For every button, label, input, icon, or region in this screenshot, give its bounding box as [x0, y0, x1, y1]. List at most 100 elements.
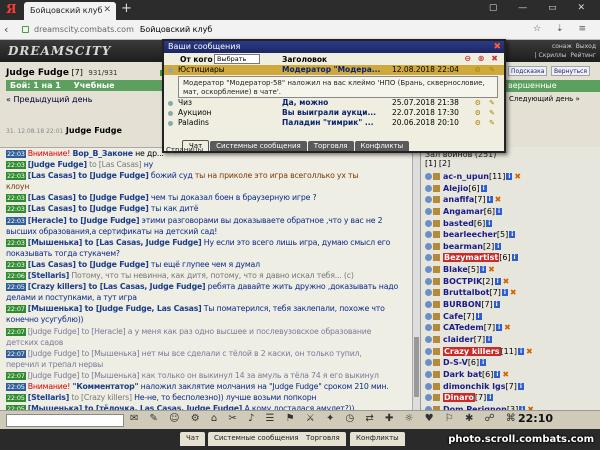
chat-scrollbar[interactable]	[412, 147, 420, 410]
chat-nick[interactable]: "Комментатор"	[72, 382, 138, 391]
player-list-name[interactable]: claider	[443, 335, 474, 344]
info-icon[interactable]: i	[495, 242, 502, 250]
player-list-name[interactable]: D-S-V	[443, 358, 468, 367]
fight-kind[interactable]: Учебные	[74, 81, 115, 90]
popup-tab-conflicts[interactable]: Конфликты	[354, 141, 410, 151]
chat-time[interactable]: 22:06	[6, 272, 26, 281]
info-icon[interactable]: i	[501, 289, 508, 297]
window-controls[interactable]: ▢ — ▭ ✕	[489, 3, 594, 13]
chat-nick[interactable]: to [Judge Fudge]	[76, 193, 148, 202]
player-list-item[interactable]: bearleecher[5] i	[421, 229, 600, 241]
chat-time[interactable]: 22:03	[6, 205, 26, 214]
player-list-item[interactable]: dimonchik lgs[7] i	[421, 381, 600, 393]
chat-time[interactable]: 22:03	[6, 260, 26, 269]
player-list-name[interactable]: Blake	[443, 265, 468, 274]
message-action-icons[interactable]: ⚙ ✎	[475, 98, 498, 108]
player-list-name[interactable]: Bruttalbot	[443, 288, 490, 297]
url-field[interactable]: dreamscity.combats.com Бойцовский клуб	[34, 25, 212, 34]
message-action-icons[interactable]: ⚙ ✎	[475, 65, 498, 75]
chat-time[interactable]: 22:05	[6, 394, 26, 403]
player-list-name[interactable]: BURBON	[443, 300, 481, 309]
next-day-link[interactable]: Следующий день »	[509, 95, 580, 103]
player-list-name[interactable]: dimonchik lgs	[443, 382, 506, 391]
popup-tab-system[interactable]: Системные сообщения	[210, 141, 307, 151]
chat-nick[interactable]: [Heracle]	[28, 216, 67, 225]
player-list-name[interactable]: bearleecher	[443, 230, 497, 239]
player-list-item[interactable]: Dark bat[6] i ✖	[421, 369, 600, 381]
chat-time[interactable]: 22:03	[6, 216, 26, 225]
chat-nick[interactable]: [Stellaris]	[28, 393, 70, 402]
chat-nick[interactable]: [Las Casas]	[28, 260, 76, 269]
close-tab-icon[interactable]: ✕	[103, 5, 111, 15]
fight-type[interactable]: 1 на 1	[33, 81, 61, 90]
info-icon[interactable]: i	[493, 301, 500, 309]
player-list-name[interactable]: Angamar	[443, 207, 484, 216]
chat-nick[interactable]: [Las Casas]	[28, 204, 76, 213]
player-list-name[interactable]: basted	[443, 219, 474, 228]
player-list-name[interactable]: BOCTPIK	[443, 277, 482, 286]
scroll-thumb[interactable]	[414, 337, 419, 397]
chat-nick[interactable]: Bop_B_Законе	[72, 149, 133, 158]
chat-nick[interactable]: to [Judge Fudge]	[67, 216, 139, 225]
back-icon[interactable]: ‹	[4, 23, 8, 36]
players-pager[interactable]: [1] [2]	[421, 159, 600, 171]
chat-nick[interactable]: [Las Casas]	[28, 171, 76, 180]
info-icon[interactable]: i	[496, 324, 503, 332]
message-row[interactable]: Paladins Паладин "тимрик" ... 20.06.2018 2…	[164, 118, 504, 128]
player-list-item[interactable]: BURBON[7] i	[421, 299, 600, 311]
player-list-name[interactable]: Alejio	[443, 184, 468, 193]
chat-time[interactable]: 22:05	[6, 283, 26, 292]
player-list-name[interactable]: Crazy killers	[443, 346, 501, 356]
chat-time[interactable]: 22:07	[6, 305, 26, 314]
info-icon[interactable]: i	[480, 359, 487, 367]
chat-time[interactable]: 22:07	[6, 327, 26, 336]
chat-time[interactable]: 22:05	[6, 382, 26, 391]
filter-action-icons[interactable]: ⊖ ⊗ ✖	[464, 54, 500, 63]
tab-conflicts[interactable]: Конфликты	[350, 432, 405, 446]
browser-tools-icons[interactable]: ☆ ⇣ ≡	[533, 24, 592, 34]
chat-nick[interactable]: to [Judge Fudge]	[76, 260, 148, 269]
link-exit[interactable]: Выход	[576, 43, 596, 50]
player-list-item[interactable]: Crazy killers[11] i ✖	[421, 346, 600, 358]
message-subject[interactable]: Паладин "тимрик" ...	[282, 118, 373, 128]
chat-time[interactable]: 22:07	[6, 371, 26, 380]
info-icon[interactable]: i	[486, 196, 493, 204]
message-row[interactable]: Юстициары Модератор "Модера... 12.08.2018 …	[164, 65, 504, 75]
chat-time[interactable]: 22:03	[6, 194, 26, 203]
player-list-item[interactable]: Angamar[6] i	[421, 206, 600, 218]
completed-tab[interactable]: вершенные	[505, 80, 600, 92]
message-subject[interactable]: Модератор "Модера...	[282, 65, 380, 75]
info-icon[interactable]: i	[480, 266, 487, 274]
player-list-name[interactable]: bearman	[443, 242, 483, 251]
info-icon[interactable]: i	[475, 312, 482, 320]
info-icon[interactable]: i	[517, 382, 524, 390]
player-list-item[interactable]: basted[6] i	[421, 218, 600, 230]
from-select[interactable]: Выбрать	[214, 54, 260, 64]
message-action-icons[interactable]: ⚙ ✎	[475, 108, 498, 118]
log-player-name[interactable]: Judge Fudge	[66, 126, 122, 135]
popup-tab-trade[interactable]: Торговля	[307, 141, 354, 151]
player-list-item[interactable]: BOCTPIK[2] i ✖	[421, 276, 600, 288]
info-icon[interactable]: i	[494, 277, 501, 285]
info-icon[interactable]: i	[511, 254, 518, 262]
info-icon[interactable]: i	[509, 231, 516, 239]
prev-day-link[interactable]: « Предыдущий день	[6, 95, 92, 104]
info-icon[interactable]: i	[494, 370, 501, 378]
player-list-item[interactable]: claider[7] i	[421, 334, 600, 346]
info-icon[interactable]: i	[486, 335, 493, 343]
link-rating[interactable]: Рейтинг	[570, 52, 596, 59]
chat-nick[interactable]: to [Las Casas, Judge Fudge]	[86, 282, 206, 291]
new-tab-icon[interactable]: +	[121, 1, 132, 16]
player-list-item[interactable]: Bezymartist[6] i	[421, 252, 600, 264]
chat-nick[interactable]: [Crazy killers]	[28, 282, 86, 291]
chat-time[interactable]: 22:03	[6, 238, 26, 247]
info-icon[interactable]: i	[496, 207, 503, 215]
hint-button[interactable]: Подсказка	[508, 66, 548, 76]
info-icon[interactable]: i	[480, 184, 487, 192]
chat-nick[interactable]: to [Judge Fudge, Las Casas]	[82, 304, 202, 313]
chat-nick[interactable]: [Las Casas]	[28, 193, 76, 202]
message-action-icons[interactable]: ⚙ ✎	[475, 118, 498, 128]
chat-nick[interactable]: to [Judge Fudge]	[76, 171, 148, 180]
chat-nick[interactable]: to [Judge Fudge]	[76, 204, 148, 213]
close-icon[interactable]: ✖	[493, 42, 501, 52]
